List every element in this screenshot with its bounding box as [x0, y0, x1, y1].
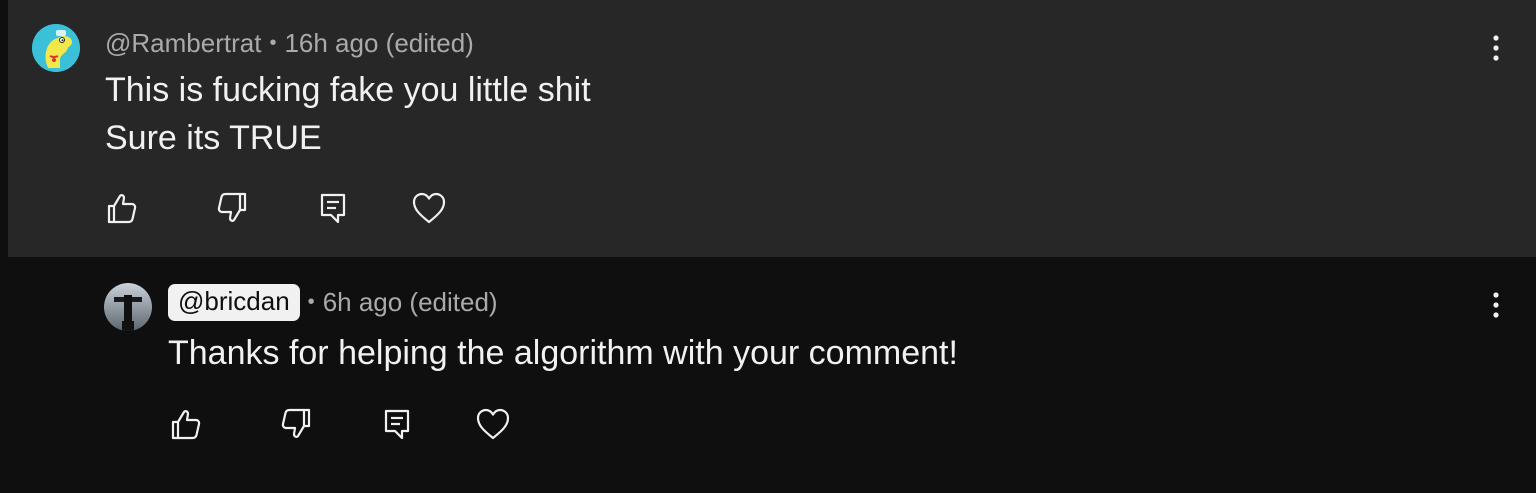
dislike-button[interactable]: [213, 188, 253, 228]
cartoon-dog-avatar-icon: [32, 24, 80, 72]
like-button[interactable]: [165, 404, 205, 444]
dislike-button[interactable]: [277, 404, 317, 444]
avatar[interactable]: [32, 24, 80, 72]
comment-line: This is fucking fake you little shit: [105, 71, 591, 109]
like-icon: [171, 410, 201, 440]
author-name[interactable]: @Rambertrat: [105, 28, 261, 59]
comments-page: @Rambertrat • 16h ago (edited) This is f…: [0, 0, 1536, 493]
comment-time[interactable]: 6h ago (edited): [323, 287, 498, 318]
heart-button[interactable]: [409, 188, 449, 228]
figure-avatar-icon: [104, 283, 152, 331]
like-button[interactable]: [101, 188, 141, 228]
dislike-icon: [281, 408, 311, 438]
avatar[interactable]: [104, 283, 152, 331]
kebab-menu-icon: [1493, 35, 1499, 61]
meta-separator: •: [269, 31, 277, 54]
reply-icon: [320, 193, 346, 224]
comment-time[interactable]: 16h ago (edited): [284, 28, 473, 59]
comment-text: This is fucking fake you little shit Sur…: [105, 66, 591, 162]
more-options-button[interactable]: [1481, 28, 1511, 68]
comment-line: Thanks for helping the algorithm with yo…: [168, 334, 958, 372]
reply-button[interactable]: [377, 404, 417, 444]
comment-meta: @bricdan • 6h ago (edited): [168, 283, 498, 321]
comment-text: Thanks for helping the algorithm with yo…: [168, 329, 958, 377]
comment-item: @Rambertrat • 16h ago (edited) This is f…: [8, 0, 1536, 257]
meta-separator: •: [307, 290, 315, 313]
heart-icon: [412, 192, 446, 224]
like-icon: [107, 194, 137, 224]
comment-line: Sure its TRUE: [105, 119, 322, 157]
dislike-icon: [217, 192, 247, 222]
heart-button[interactable]: [473, 404, 513, 444]
heart-icon: [476, 408, 510, 440]
more-options-button[interactable]: [1481, 285, 1511, 325]
kebab-menu-icon: [1493, 292, 1499, 318]
reply-icon: [384, 409, 410, 440]
reply-item: @bricdan • 6h ago (edited) Thanks for he…: [0, 257, 1536, 493]
author-name[interactable]: @bricdan: [168, 283, 300, 321]
comment-meta: @Rambertrat • 16h ago (edited): [105, 26, 474, 60]
reply-button[interactable]: [313, 188, 353, 228]
